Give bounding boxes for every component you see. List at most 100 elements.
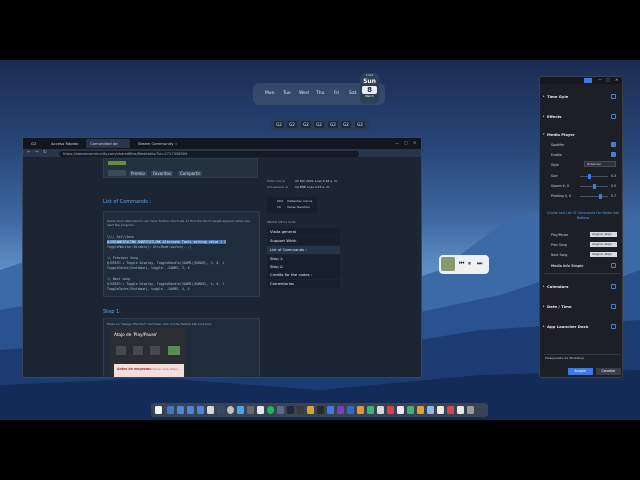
accept-button[interactable]: Aceptar <box>568 368 593 375</box>
app-icon[interactable] <box>247 406 254 414</box>
app-icon[interactable] <box>367 406 374 414</box>
shortcut-strip-button[interactable]: G2 <box>355 121 365 128</box>
app-icon[interactable] <box>327 406 334 414</box>
app-icon[interactable] <box>427 406 434 414</box>
pause-icon[interactable]: ⏸ <box>468 260 471 268</box>
spotifier-checkbox[interactable] <box>611 142 616 147</box>
shortcut-strip-button[interactable]: G2 <box>301 121 311 128</box>
sidebar-nav-item[interactable]: Step 1: <box>267 255 340 263</box>
minimize-icon[interactable]: — <box>598 77 602 82</box>
close-icon[interactable]: ✕ <box>413 140 416 145</box>
back-icon[interactable]: ← <box>27 150 31 155</box>
share-button[interactable]: Compartir <box>178 171 203 176</box>
app-icon[interactable] <box>417 406 424 414</box>
section-date-time[interactable]: Date / Time <box>547 304 572 309</box>
section-time-style[interactable]: Time Gyle <box>547 94 568 99</box>
settings-icon[interactable] <box>227 406 234 414</box>
trash-icon[interactable] <box>467 406 474 414</box>
section-calendars[interactable]: Calendars <box>547 284 568 289</box>
folder-icon[interactable] <box>167 406 174 414</box>
forward-icon[interactable]: → <box>35 150 39 155</box>
app-icon[interactable] <box>407 406 414 414</box>
app-icon[interactable] <box>387 406 394 414</box>
sidebar-nav-item[interactable]: Comentarios <box>267 280 340 288</box>
effects-checkbox[interactable] <box>611 114 616 119</box>
folder-icon[interactable] <box>197 406 204 414</box>
app-icon[interactable] <box>437 406 444 414</box>
app-icon[interactable] <box>337 406 344 414</box>
media-info-checkbox[interactable] <box>611 263 616 268</box>
shortcut-strip-button[interactable]: G2 <box>328 121 338 128</box>
assign-shortcut-button[interactable]: Asignar atajo <box>590 232 617 237</box>
assign-shortcut-button[interactable]: Asignar atajo <box>590 252 617 257</box>
close-icon[interactable]: ✕ <box>615 77 618 82</box>
app-icon[interactable] <box>307 406 314 414</box>
app-icon[interactable] <box>297 406 304 414</box>
style-select[interactable]: Rollender <box>584 161 616 167</box>
app-icon[interactable] <box>277 406 284 414</box>
slider-handle[interactable] <box>599 194 602 199</box>
url-field[interactable]: https://steamcommunity.com/sharedfiles/f… <box>59 150 359 157</box>
app-icon[interactable] <box>317 406 324 414</box>
app-icon[interactable] <box>397 406 404 414</box>
section-media-info[interactable]: Media Info Simple <box>551 264 583 268</box>
time-style-checkbox[interactable] <box>611 94 616 99</box>
app-icon[interactable] <box>217 406 224 414</box>
app-icon[interactable] <box>207 406 214 414</box>
app-launcher-checkbox[interactable] <box>611 324 616 329</box>
sidebar-nav-item-active[interactable]: List of Commands : <box>267 246 340 254</box>
app-icon[interactable] <box>237 406 244 414</box>
app-icon[interactable] <box>447 406 454 414</box>
browser-tab-active[interactable]: Comunidad de Steam :: Guía <box>86 139 130 155</box>
date-time-checkbox[interactable] <box>611 304 616 309</box>
sidebar-nav-item[interactable]: Visita general <box>267 228 340 236</box>
spawn-slider[interactable] <box>580 184 608 189</box>
app-icon[interactable] <box>257 406 264 414</box>
browser-tab[interactable]: Steam Community :: Gu... <box>134 139 184 155</box>
size-slider[interactable] <box>580 174 608 179</box>
minimize-icon[interactable]: — <box>395 141 399 146</box>
app-icon[interactable] <box>457 406 464 414</box>
reload-icon[interactable]: ↻ <box>43 150 47 155</box>
steam-icon[interactable] <box>287 406 294 414</box>
previous-icon[interactable]: ⏮ <box>459 260 464 268</box>
shortcut-strip-button[interactable]: G2 <box>287 121 297 128</box>
enable-checkbox[interactable] <box>611 152 616 157</box>
calendars-checkbox[interactable] <box>611 284 616 289</box>
folder-icon[interactable] <box>187 406 194 414</box>
app-icon[interactable] <box>377 406 384 414</box>
folder-icon[interactable] <box>177 406 184 414</box>
section-effects[interactable]: Effects <box>547 114 562 119</box>
section-media-player[interactable]: Media Player <box>547 132 575 137</box>
favorite-button[interactable]: Favoritos <box>151 171 174 176</box>
shortcut-strip-button[interactable]: G2 <box>314 121 324 128</box>
settings-tab-icon[interactable] <box>584 78 592 83</box>
expand-icon[interactable]: ▸ <box>543 304 545 308</box>
slider-handle[interactable] <box>588 174 591 179</box>
maximize-icon[interactable]: ▢ <box>404 140 408 145</box>
next-icon[interactable]: ⏭ <box>477 260 482 268</box>
expand-icon[interactable]: ▸ <box>543 114 545 118</box>
shortcut-strip-button[interactable]: G2 <box>341 121 351 128</box>
sidebar-nav-item[interactable]: Step 2: <box>267 263 340 271</box>
start-icon[interactable] <box>155 406 162 414</box>
maximize-icon[interactable]: ▢ <box>606 77 610 82</box>
photoshop-icon[interactable] <box>347 406 354 414</box>
illustrator-icon[interactable] <box>357 406 364 414</box>
browser-tab[interactable]: G2 <box>27 139 47 148</box>
sidebar-nav-item[interactable]: Support Wirth <box>267 237 340 245</box>
award-button[interactable]: Premio <box>129 171 147 176</box>
guide-link[interactable]: (Guide And List Of Commands For Media In… <box>546 211 620 220</box>
vote-buttons[interactable] <box>108 170 126 176</box>
padding-slider[interactable] <box>580 194 608 199</box>
cancel-button[interactable]: Cancelar <box>596 368 621 375</box>
slider-handle[interactable] <box>593 184 596 189</box>
shortcut-strip-button[interactable]: G2 <box>274 121 284 128</box>
spotify-icon[interactable] <box>267 406 274 414</box>
expand-icon[interactable]: ▸ <box>543 324 545 328</box>
expand-icon[interactable]: ▸ <box>543 284 545 288</box>
expand-icon[interactable]: ▸ <box>543 94 545 98</box>
assign-shortcut-button[interactable]: Asignar atajo <box>590 242 617 247</box>
section-app-launcher[interactable]: App Launcher Dock <box>547 324 588 329</box>
expand-icon[interactable]: ▾ <box>543 132 545 136</box>
